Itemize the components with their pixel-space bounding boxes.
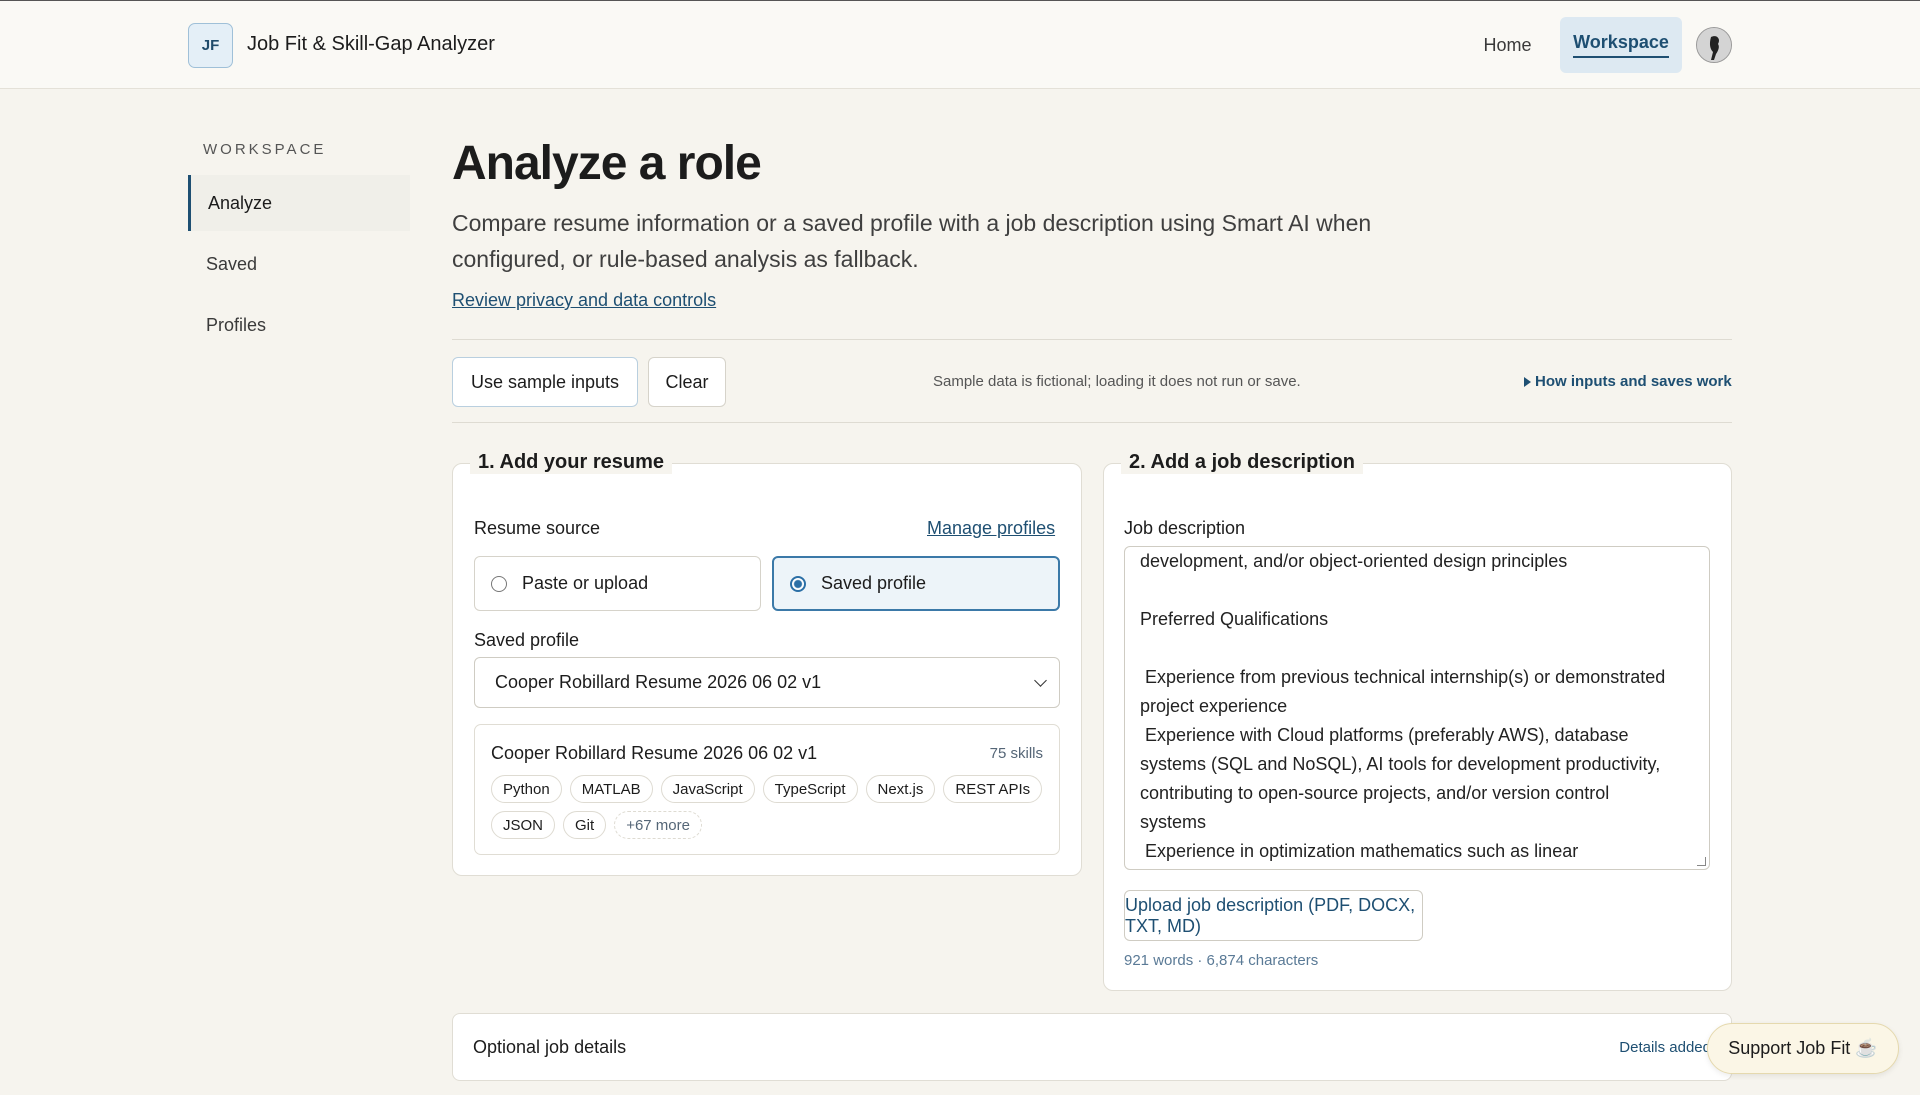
skill-count: 75 skills	[989, 745, 1043, 762]
sidebar-item-profiles[interactable]: Profiles	[188, 297, 410, 353]
job-description-line: development, and/or object-oriented desi…	[1140, 551, 1568, 571]
triangle-right-icon	[1524, 377, 1531, 388]
sidebar-item-saved[interactable]: Saved	[188, 236, 410, 292]
how-inputs-disclosure[interactable]: How inputs and saves work	[1523, 373, 1732, 390]
details-added-status: Details added	[1619, 1039, 1711, 1056]
profile-name: Cooper Robillard Resume 2026 06 02 v1	[491, 743, 818, 763]
chevron-down-icon	[1034, 674, 1047, 687]
nav-workspace[interactable]: Workspace	[1560, 17, 1682, 73]
page-subtitle: Compare resume information or a saved pr…	[452, 210, 1372, 272]
skill-chip: Git	[563, 811, 607, 839]
nav-home[interactable]: Home	[1470, 17, 1545, 73]
user-avatar-icon	[1697, 28, 1731, 62]
resume-source-label: Resume source	[474, 518, 601, 538]
sample-note: Sample data is fictional; loading it doe…	[933, 373, 1301, 390]
radio-unchecked-icon	[491, 575, 507, 592]
word-count: 921 words · 6,874 characters	[1124, 952, 1319, 969]
job-description-line	[1140, 634, 1694, 663]
nav-workspace-label: Workspace	[1573, 32, 1669, 58]
job-description-line: Experience from previous technical inter…	[1140, 667, 1666, 687]
more-skills-chip[interactable]: +67 more	[614, 811, 702, 839]
skill-chip: MATLAB	[569, 775, 653, 803]
how-link-label: How inputs and saves work	[1535, 373, 1732, 390]
job-description-line: contributing to open-source projects, an…	[1140, 783, 1610, 803]
sidebar-heading: WORKSPACE	[203, 141, 327, 158]
job-description-line: Preferred Qualifications	[1140, 609, 1329, 629]
resume-panel-legend: 1. Add your resume	[470, 451, 672, 474]
skill-chip: JSON	[491, 811, 556, 839]
skill-chip: JavaScript	[660, 775, 755, 803]
job-description-line: Experience with Cloud platforms (prefera…	[1140, 725, 1629, 745]
job-description-line: systems (SQL and NoSQL), AI tools for de…	[1140, 754, 1661, 774]
support-job-fit-button[interactable]: Support Job Fit ☕	[1707, 1023, 1899, 1074]
radio-saved-profile[interactable]: Saved profile	[772, 556, 1060, 611]
radio-label: Saved profile	[821, 573, 927, 593]
job-description-line: project experience	[1140, 696, 1288, 716]
radio-paste-or-upload[interactable]: Paste or upload	[474, 556, 761, 611]
skill-chip: Python	[491, 775, 562, 803]
divider	[452, 422, 1732, 423]
saved-profile-select[interactable]: Cooper Robillard Resume 2026 06 02 v1	[474, 657, 1060, 708]
job-description-line	[1140, 576, 1694, 605]
job-description-line: Experience in optimization mathematics s…	[1140, 841, 1579, 861]
radio-checked-icon	[790, 575, 806, 592]
job-description-textarea[interactable]: development, and/or object-oriented desi…	[1124, 546, 1710, 870]
upload-job-description-button[interactable]: Upload job description (PDF, DOCX, TXT, …	[1124, 890, 1423, 941]
profile-summary-card: Cooper Robillard Resume 2026 06 02 v1 75…	[474, 724, 1060, 855]
sidebar-item-analyze[interactable]: Analyze	[188, 175, 410, 231]
divider	[452, 339, 1732, 340]
job-description-label: Job description	[1124, 518, 1246, 538]
resize-handle-icon[interactable]	[1697, 857, 1706, 866]
saved-profile-label: Saved profile	[474, 630, 580, 650]
avatar[interactable]	[1696, 27, 1732, 63]
use-sample-inputs-button[interactable]: Use sample inputs	[452, 357, 638, 407]
skill-chip: Next.js	[865, 775, 936, 803]
privacy-link[interactable]: Review privacy and data controls	[452, 290, 716, 311]
skill-chip-list: Python MATLAB JavaScript TypeScript Next…	[491, 775, 1051, 839]
saved-profile-select-value: Cooper Robillard Resume 2026 06 02 v1	[495, 672, 822, 692]
skill-chip: REST APIs	[943, 775, 1043, 803]
skill-chip: TypeScript	[762, 775, 858, 803]
optional-job-details-title: Optional job details	[473, 1037, 627, 1057]
job-description-line: systems	[1140, 812, 1207, 832]
manage-profiles-link[interactable]: Manage profiles	[927, 518, 1055, 539]
top-bar: JF Job Fit & Skill-Gap Analyzer Home Wor…	[0, 0, 1920, 89]
page-title: Analyze a role	[452, 137, 762, 190]
clear-button[interactable]: Clear	[648, 357, 726, 407]
app-title[interactable]: Job Fit & Skill-Gap Analyzer	[247, 33, 495, 56]
optional-job-details[interactable]: Optional job details Details added	[452, 1013, 1732, 1081]
app-logo[interactable]: JF	[188, 23, 233, 68]
radio-label: Paste or upload	[522, 573, 649, 593]
job-panel-legend: 2. Add a job description	[1121, 451, 1363, 474]
